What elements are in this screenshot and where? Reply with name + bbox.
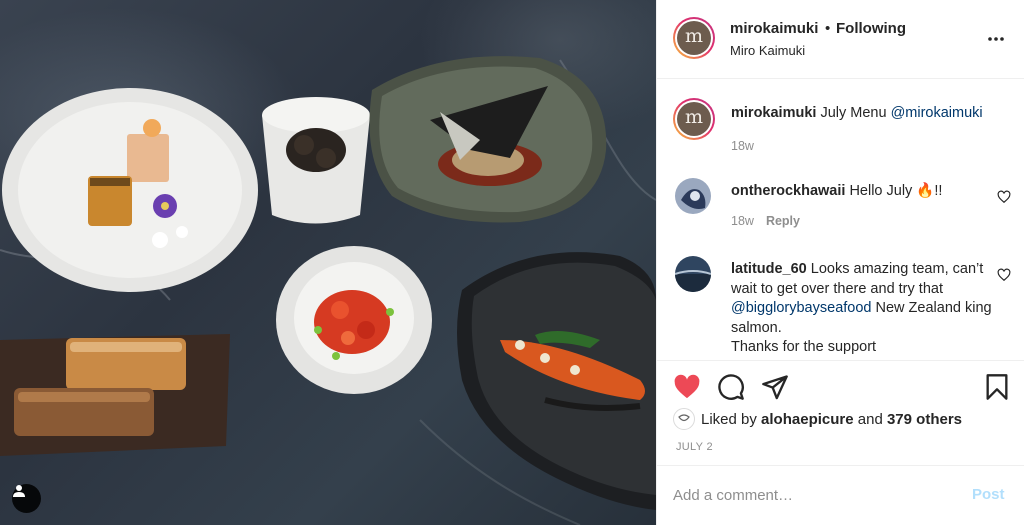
heart-outline-icon[interactable] — [997, 190, 1011, 204]
avatar-letter: m — [684, 25, 704, 47]
separator-dot: • — [825, 20, 831, 37]
liker-username[interactable]: alohaepicure — [761, 411, 854, 428]
likes-count-link[interactable]: 379 others — [887, 411, 962, 428]
comment-item: ontherockhawaii Hello July 🔥!! 18w Reply — [673, 178, 1013, 238]
location-link[interactable]: Miro Kaimuki — [730, 43, 805, 58]
avatar-letter: m — [684, 106, 704, 128]
caption: m mirokaimuki July Menu @mirokaimuki 18w — [673, 98, 1013, 178]
commenter-username[interactable]: ontherockhawaii — [731, 183, 845, 199]
comment-age[interactable]: 18w — [731, 214, 754, 228]
post-photo[interactable] — [0, 0, 656, 525]
commenter-username[interactable]: latitude_60 — [731, 261, 807, 277]
author-avatar[interactable]: m — [673, 17, 715, 59]
caption-age[interactable]: 18w — [731, 139, 754, 153]
post-date[interactable]: JULY 2 — [676, 441, 713, 453]
comment-text-last-line: Thanks for the support — [731, 339, 877, 355]
commenter-avatar[interactable] — [675, 256, 711, 292]
likes-summary: Liked by alohaepicure and 379 others — [673, 408, 962, 430]
caption-avatar[interactable]: m — [673, 98, 715, 140]
post-side-panel: m mirokaimuki • Following Miro Kaimuki m… — [656, 0, 1024, 525]
author-username[interactable]: mirokaimuki — [730, 20, 818, 37]
likes-middle: and — [857, 410, 883, 428]
comment-item: latitude_60 Looks amazing team, can’t wa… — [673, 256, 1013, 360]
post-comment-button[interactable]: Post — [972, 486, 1005, 503]
caption-username[interactable]: mirokaimuki — [731, 105, 816, 121]
paper-plane-icon[interactable] — [761, 373, 789, 401]
heart-filled-icon[interactable] — [673, 373, 701, 401]
post-header: m mirokaimuki • Following Miro Kaimuki — [657, 0, 1024, 79]
comment-mention[interactable]: @bigglorybayseafood — [731, 300, 871, 316]
caption-mention[interactable]: @mirokaimuki — [891, 105, 983, 121]
more-options-icon[interactable] — [987, 30, 1005, 48]
comment-text: Hello July 🔥!! — [849, 183, 943, 199]
caption-text: July Menu — [820, 105, 887, 121]
reply-button[interactable]: Reply — [766, 214, 800, 228]
person-icon — [13, 485, 25, 497]
comment-input[interactable] — [673, 482, 953, 508]
post-actions: Liked by alohaepicure and 379 others JUL… — [657, 360, 1024, 465]
likes-prefix: Liked by — [701, 410, 757, 428]
speech-bubble-icon[interactable] — [717, 373, 745, 401]
food-photo-illustration — [0, 56, 656, 525]
bookmark-icon[interactable] — [983, 373, 1011, 401]
user-tag-button[interactable] — [12, 484, 41, 513]
following-button[interactable]: Following — [836, 20, 906, 37]
heart-outline-icon[interactable] — [997, 268, 1011, 282]
commenter-avatar[interactable] — [675, 178, 711, 214]
add-comment-section: Post — [657, 465, 1024, 525]
liker-avatar[interactable] — [673, 408, 695, 430]
comments-list[interactable]: m mirokaimuki July Menu @mirokaimuki 18w… — [657, 80, 1024, 360]
